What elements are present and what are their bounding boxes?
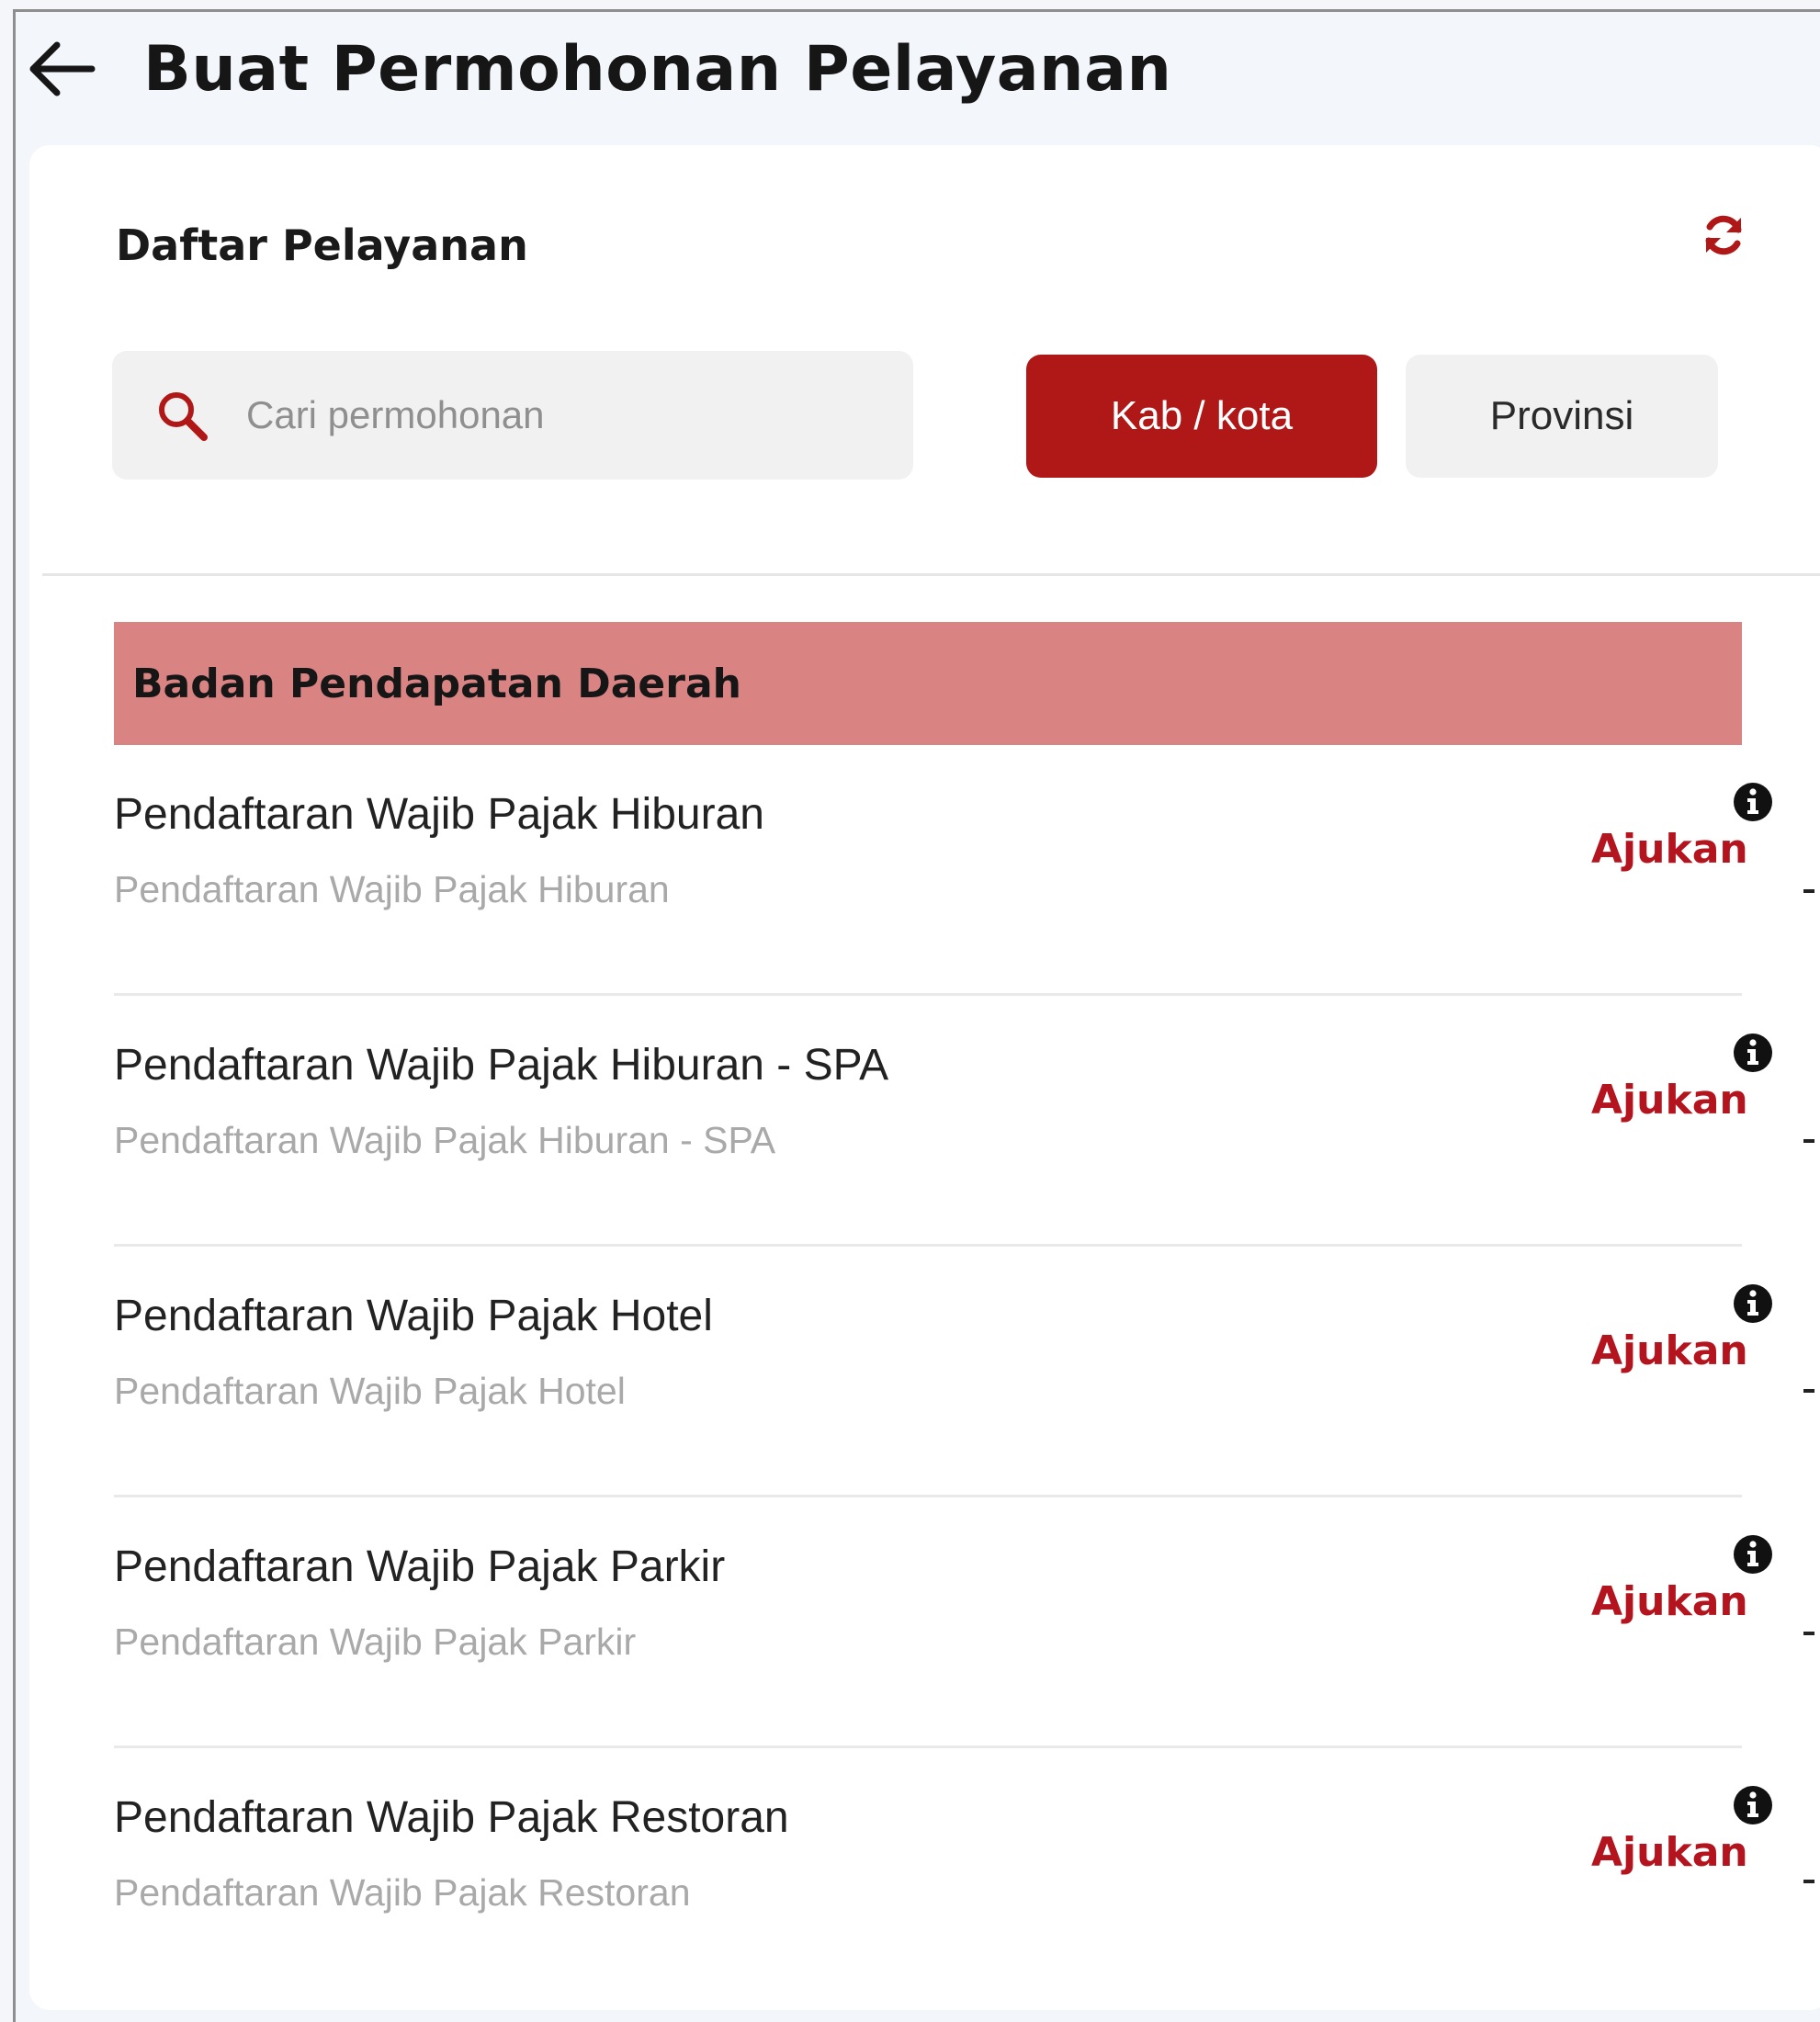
divider	[42, 573, 1820, 576]
item-title: Pendaftaran Wajib Pajak Hiburan - SPA	[114, 1041, 889, 1090]
list-item: Pendaftaran Wajib Pajak Hiburan - SPA Pe…	[114, 996, 1772, 1247]
scroll-edge-marker	[1803, 1139, 1814, 1143]
ajukan-button[interactable]: Ajukan	[1591, 1077, 1748, 1124]
search-icon	[153, 386, 211, 445]
item-description: Pendaftaran Wajib Pajak Hiburan	[114, 868, 670, 910]
filter-kab-kota-button[interactable]: Kab / kota	[1026, 355, 1377, 478]
info-icon[interactable]	[1733, 1033, 1773, 1073]
filter-provinsi-button[interactable]: Provinsi	[1406, 355, 1718, 478]
list-item: Pendaftaran Wajib Pajak Parkir Pendaftar…	[114, 1497, 1772, 1748]
list-item: Pendaftaran Wajib Pajak Hotel Pendaftara…	[114, 1247, 1772, 1497]
scroll-edge-marker	[1803, 1632, 1814, 1635]
section-title: Daftar Pelayanan	[116, 220, 528, 270]
item-description: Pendaftaran Wajib Pajak Parkir	[114, 1621, 637, 1663]
item-description: Pendaftaran Wajib Pajak Hiburan - SPA	[114, 1119, 776, 1161]
group-title: Badan Pendapatan Daerah	[132, 660, 741, 707]
list-item: Pendaftaran Wajib Pajak Restoran Pendaft…	[114, 1748, 1772, 1999]
item-title: Pendaftaran Wajib Pajak Parkir	[114, 1542, 726, 1591]
ajukan-button[interactable]: Ajukan	[1591, 1578, 1748, 1625]
item-description: Pendaftaran Wajib Pajak Restoran	[114, 1871, 691, 1914]
ajukan-button[interactable]: Ajukan	[1591, 1829, 1748, 1876]
scroll-edge-marker	[1803, 1880, 1814, 1883]
service-list: Pendaftaran Wajib Pajak Hiburan Pendafta…	[114, 745, 1772, 1999]
info-icon[interactable]	[1733, 1785, 1773, 1825]
refresh-icon	[1705, 215, 1742, 255]
top-bar: Buat Permohonan Pelayanan	[18, 18, 1171, 119]
info-icon[interactable]	[1733, 782, 1773, 822]
search-input[interactable]	[246, 393, 871, 437]
scroll-edge-marker	[1803, 1389, 1814, 1393]
info-icon[interactable]	[1733, 1534, 1773, 1575]
page-title: Buat Permohonan Pelayanan	[143, 32, 1172, 106]
group-header: Badan Pendapatan Daerah	[114, 622, 1742, 745]
item-description: Pendaftaran Wajib Pajak Hotel	[114, 1370, 626, 1412]
arrow-left-icon	[29, 41, 96, 96]
item-title: Pendaftaran Wajib Pajak Restoran	[114, 1793, 789, 1842]
back-button[interactable]	[18, 27, 103, 111]
search-box[interactable]	[112, 351, 913, 480]
scroll-edge-marker	[1803, 889, 1814, 893]
refresh-button[interactable]	[1694, 206, 1753, 265]
info-icon[interactable]	[1733, 1283, 1773, 1324]
item-title: Pendaftaran Wajib Pajak Hiburan	[114, 790, 764, 839]
list-item: Pendaftaran Wajib Pajak Hiburan Pendafta…	[114, 745, 1772, 996]
item-title: Pendaftaran Wajib Pajak Hotel	[114, 1292, 713, 1340]
service-list-card: Daftar Pelayanan Kab / kota Provinsi Bad…	[29, 145, 1820, 2010]
ajukan-button[interactable]: Ajukan	[1591, 1327, 1748, 1374]
ajukan-button[interactable]: Ajukan	[1591, 826, 1748, 873]
